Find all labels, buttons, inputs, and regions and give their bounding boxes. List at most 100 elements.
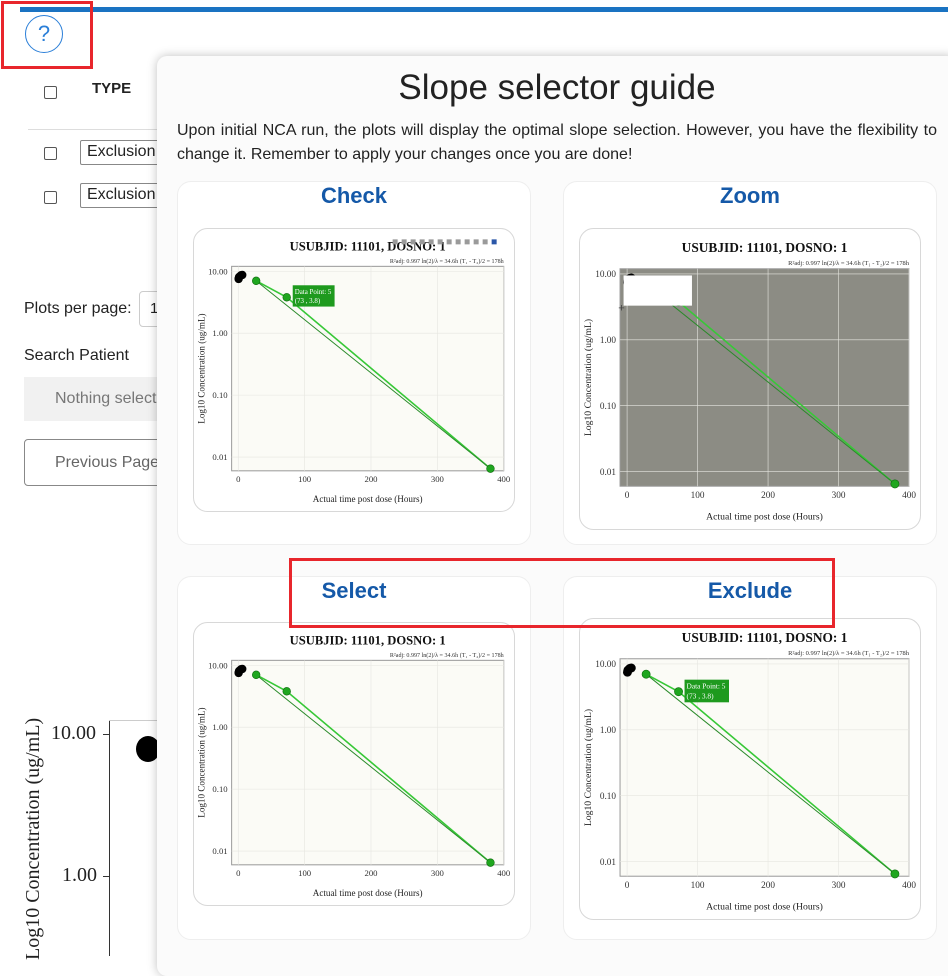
exclude-plot[interactable]: 0 100 200 300 400 10.00 1.00 0.10 0.01 USUBJID: 1… (579, 618, 921, 920)
row-checkbox[interactable] (44, 147, 57, 160)
x-tick-label: 400 (902, 490, 916, 500)
modebar-icon (464, 239, 470, 245)
type-select[interactable]: Exclusion (80, 183, 160, 208)
x-axis-label: Actual time post dose (Hours) (313, 494, 423, 504)
x-axis-label: Actual time post dose (Hours) (706, 511, 823, 522)
x-tick-label: 300 (431, 868, 445, 878)
modebar-icon (473, 239, 479, 245)
selected-point (282, 687, 291, 696)
tooltip-line: (73 , 3.8) (295, 297, 320, 305)
x-tick-label: 400 (497, 474, 511, 484)
x-tick-label: 200 (364, 868, 378, 878)
select-plot[interactable]: 0 100 200 300 400 10.00 1.00 0.10 0.01 USUBJID: 1… (193, 622, 515, 906)
x-tick-label: 300 (832, 490, 846, 500)
background-chart-y-axis (109, 720, 110, 956)
excluded-point (626, 663, 636, 673)
tooltip-line: (73 , 3.8) (687, 692, 715, 701)
x-tick-label: 400 (497, 868, 511, 878)
select-all-checkbox[interactable] (44, 86, 57, 99)
modebar-icon (446, 239, 452, 245)
background-chart-ytick: 10.00 (51, 722, 96, 744)
x-axis-label: Actual time post dose (Hours) (313, 888, 423, 898)
plot-title: USUBJID: 11101, DOSNO: 1 (682, 630, 848, 645)
selected-point (486, 464, 495, 473)
plot-area (231, 265, 505, 472)
selected-point (890, 869, 900, 879)
y-tick-label: 0.01 (600, 467, 617, 477)
modal-title: Slope selector guide (398, 68, 716, 107)
plot-area (619, 658, 910, 877)
check-plot[interactable]: 0 100 200 300 40010.001.000.100.01USUBJID: 1… (193, 228, 515, 512)
y-axis-label: Log10 Concentration (ug/mL) (196, 707, 206, 817)
patient-select[interactable]: Nothing selected (24, 377, 164, 421)
question-icon: ? (37, 21, 51, 46)
background-chart-tickmark (103, 876, 109, 877)
background-chart-top-border (109, 720, 159, 721)
plot-subtitle: R²adj: 0.997 ln(2)/λ = 34.6h (T₁ - T₂)/2… (390, 258, 504, 265)
x-tick-label: 200 (761, 490, 775, 500)
selected-point (641, 669, 651, 679)
tooltip-line: Data Point: 5 (687, 682, 726, 691)
x-tick-label: 0 (236, 474, 241, 484)
selected-point (486, 858, 495, 867)
type-select[interactable]: Exclusion (80, 140, 160, 165)
x-axis-label: Actual time post dose (Hours) (706, 901, 823, 912)
modebar-icon (401, 239, 407, 245)
background-chart-ytick: 1.00 (62, 864, 97, 886)
excluded-point (238, 270, 247, 280)
x-tick-label: 300 (431, 474, 445, 484)
x-tick-label: 0 (625, 490, 630, 500)
background-chart-tickmark (103, 734, 109, 735)
search-patient-label: Search Patient (24, 347, 129, 364)
zoom-card-title: Zoom (720, 183, 780, 208)
y-tick-label: 1.00 (600, 335, 617, 345)
y-tick-label: 10.00 (208, 266, 228, 276)
y-tick-label: 10.00 (595, 269, 616, 279)
modebar-icon (410, 239, 416, 245)
help-button[interactable]: ? (25, 15, 63, 53)
x-tick-label: 200 (761, 880, 775, 890)
tooltip-line: Data Point: 5 (295, 288, 332, 296)
y-tick-label: 0.01 (600, 857, 617, 867)
crosshair-icon: + (618, 303, 624, 315)
selected-point (890, 479, 900, 489)
plot-subtitle: R²adj: 0.997 ln(2)/λ = 34.6h (T₁ - T₂)/2… (788, 650, 910, 657)
y-axis-label: Log10 Concentration (ug/mL) (196, 313, 206, 423)
type-column-header: TYPE (92, 80, 132, 97)
modebar-icon (419, 239, 425, 245)
y-tick-label: 0.01 (212, 452, 227, 462)
selected-point (252, 670, 261, 680)
background-chart-ylabel: Log10 Concentration (ug/mL) (22, 717, 44, 960)
y-tick-label: 10.00 (595, 659, 616, 669)
modebar-icon (428, 239, 434, 245)
y-tick-label: 10.00 (208, 660, 228, 670)
x-tick-label: 100 (298, 474, 312, 484)
plot-title: USUBJID: 11101, DOSNO: 1 (290, 634, 446, 648)
plots-per-page-label: Plots per page: (24, 300, 132, 317)
zoom-selection-box (623, 275, 692, 306)
y-tick-label: 1.00 (212, 722, 228, 732)
previous-page-button[interactable]: Previous Page (24, 439, 164, 486)
modebar-icon (392, 239, 398, 245)
top-accent-bar (20, 7, 948, 12)
selected-point (252, 276, 261, 286)
plot-area (231, 659, 505, 866)
modebar-icon (455, 239, 461, 245)
y-tick-label: 1.00 (600, 725, 617, 735)
plot-subtitle: R²adj: 0.997 ln(2)/λ = 34.6h (T₁ - T₂)/2… (390, 652, 504, 659)
selected-point (674, 687, 683, 697)
table-divider (28, 129, 158, 130)
x-tick-label: 100 (691, 490, 705, 500)
y-tick-label: 0.10 (600, 791, 617, 801)
x-tick-label: 200 (364, 474, 378, 484)
exclude-card-title: Exclude (707, 578, 793, 603)
x-tick-label: 0 (236, 868, 241, 878)
x-tick-label: 100 (691, 880, 705, 890)
row-checkbox[interactable] (44, 191, 57, 204)
check-card-title: Check (320, 183, 388, 208)
y-tick-label: 0.10 (600, 401, 617, 411)
modebar-icon (437, 239, 443, 245)
modal-description: Upon initial NCA run, the plots will dis… (177, 122, 937, 163)
zoom-plot[interactable]: 0 100 200 300 400 10.00 1.00 0.10 0.01 USUBJID: 1… (579, 228, 921, 530)
modebar-icon (491, 239, 497, 245)
